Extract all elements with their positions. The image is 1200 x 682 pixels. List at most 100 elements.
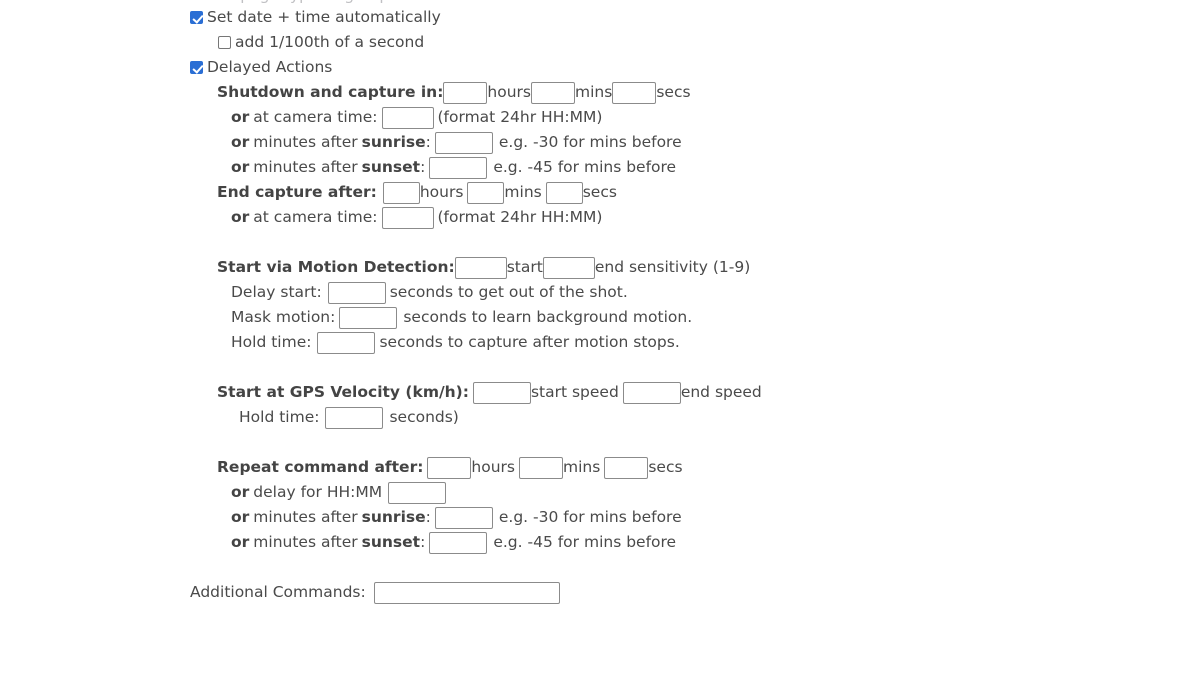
end-capture-hours-unit: hours xyxy=(419,183,464,201)
repeat-mins-unit: mins xyxy=(563,458,601,476)
motion-delay-start-input[interactable] xyxy=(327,281,386,304)
shutdown-sunrise-colon: : xyxy=(425,133,431,151)
row-additional-commands: Additional Commands: xyxy=(0,580,1200,605)
repeat-secs-input[interactable] xyxy=(604,456,649,479)
checkbox-add-hundredth[interactable] xyxy=(218,36,231,49)
checkbox-set-datetime[interactable] xyxy=(190,11,203,24)
motion-detection-label: Start via Motion Detection: xyxy=(217,258,455,276)
motion-start-unit: start xyxy=(506,258,543,276)
gps-end-speed-input[interactable] xyxy=(622,381,681,404)
motion-start-sensitivity-input[interactable] xyxy=(454,256,507,279)
row-motion-detection: Start via Motion Detection: start end se… xyxy=(0,255,1200,280)
repeat-sunset-prefix: minutes after xyxy=(253,533,358,551)
row-shutdown-and-capture: Shutdown and capture in: hours mins secs xyxy=(0,80,1200,105)
gps-start-speed-input[interactable] xyxy=(472,381,531,404)
shutdown-capture-mins-unit: mins xyxy=(575,83,613,101)
camera-settings-form: of the page type or group Set date + tim… xyxy=(0,0,1200,682)
end-camera-time-input[interactable] xyxy=(381,206,434,229)
shutdown-sunset-input[interactable] xyxy=(429,156,488,179)
repeat-sunrise-prefix: minutes after xyxy=(253,508,358,526)
row-motion-mask: Mask motion: seconds to learn background… xyxy=(0,305,1200,330)
motion-end-unit: end sensitivity (1-9) xyxy=(594,258,751,276)
end-capture-hours-input[interactable] xyxy=(382,181,420,204)
repeat-sunset-strong: sunset xyxy=(361,533,421,551)
repeat-sunrise-or: or xyxy=(231,508,250,526)
end-capture-label: End capture after: xyxy=(217,183,377,201)
shutdown-camera-time-input[interactable] xyxy=(381,106,434,129)
shutdown-capture-label: Shutdown and capture in: xyxy=(217,83,444,101)
repeat-sunset-hint: e.g. -45 for mins before xyxy=(493,533,677,551)
shutdown-sunrise-prefix: minutes after xyxy=(253,133,358,151)
settings-rows: Set date + time automatically add 1/100t… xyxy=(0,5,1200,605)
repeat-delay-or: or xyxy=(231,483,250,501)
shutdown-camera-time-label: at camera time: xyxy=(253,108,378,126)
checkbox-set-datetime-label: Set date + time automatically xyxy=(207,8,441,26)
row-end-capture: End capture after: hours mins secs xyxy=(0,180,1200,205)
motion-mask-label: Mask motion: xyxy=(231,308,336,326)
repeat-sunrise-colon: : xyxy=(425,508,431,526)
row-shutdown-camera-time: or at camera time: (format 24hr HH:MM) xyxy=(0,105,1200,130)
shutdown-capture-hours-input[interactable] xyxy=(443,81,488,104)
end-capture-secs-unit: secs xyxy=(582,183,617,201)
end-camera-time-hint: (format 24hr HH:MM) xyxy=(437,208,603,226)
motion-end-sensitivity-input[interactable] xyxy=(542,256,595,279)
row-delayed-actions: Delayed Actions xyxy=(0,55,1200,80)
row-shutdown-sunrise: or minutes after sunrise : e.g. -30 for … xyxy=(0,130,1200,155)
row-repeat-command: Repeat command after: hours mins secs xyxy=(0,455,1200,480)
clipped-top-text: of the page type or group xyxy=(190,0,389,4)
row-repeat-sunset: or minutes after sunset : e.g. -45 for m… xyxy=(0,530,1200,555)
motion-mask-input[interactable] xyxy=(339,306,398,329)
repeat-secs-unit: secs xyxy=(648,458,683,476)
row-gps-velocity: Start at GPS Velocity (km/h): start spee… xyxy=(0,380,1200,405)
shutdown-sunset-strong: sunset xyxy=(361,158,421,176)
motion-hold-time-input[interactable] xyxy=(317,331,376,354)
repeat-mins-input[interactable] xyxy=(519,456,564,479)
repeat-sunset-input[interactable] xyxy=(429,531,488,554)
shutdown-sunset-or: or xyxy=(231,158,250,176)
repeat-sunrise-input[interactable] xyxy=(434,506,493,529)
shutdown-sunset-colon: : xyxy=(420,158,426,176)
gps-hold-time-input[interactable] xyxy=(325,406,384,429)
checkbox-add-hundredth-label: add 1/100th of a second xyxy=(235,33,425,51)
end-camera-time-or: or xyxy=(231,208,250,226)
motion-delay-start-hint: seconds to get out of the shot. xyxy=(389,283,628,301)
spacer-before-repeat xyxy=(0,430,1200,455)
checkbox-delayed-actions[interactable] xyxy=(190,61,203,74)
row-repeat-delay: or delay for HH:MM xyxy=(0,480,1200,505)
row-motion-hold-time: Hold time: seconds to capture after moti… xyxy=(0,330,1200,355)
end-capture-secs-input[interactable] xyxy=(545,181,583,204)
row-repeat-sunrise: or minutes after sunrise : e.g. -30 for … xyxy=(0,505,1200,530)
end-camera-time-label: at camera time: xyxy=(253,208,378,226)
shutdown-capture-mins-input[interactable] xyxy=(531,81,576,104)
repeat-delay-input[interactable] xyxy=(388,481,447,504)
shutdown-capture-secs-input[interactable] xyxy=(612,81,657,104)
shutdown-camera-time-hint: (format 24hr HH:MM) xyxy=(437,108,603,126)
repeat-hours-input[interactable] xyxy=(427,456,472,479)
repeat-sunset-or: or xyxy=(231,533,250,551)
repeat-delay-label: delay for HH:MM xyxy=(253,483,383,501)
spacer-before-gps xyxy=(0,355,1200,380)
gps-hold-time-hint: seconds) xyxy=(389,408,459,426)
repeat-sunrise-strong: sunrise xyxy=(361,508,426,526)
gps-start-speed-unit: start speed xyxy=(530,383,619,401)
spacer-before-motion xyxy=(0,230,1200,255)
shutdown-sunset-prefix: minutes after xyxy=(253,158,358,176)
gps-velocity-label: Start at GPS Velocity (km/h): xyxy=(217,383,469,401)
shutdown-sunrise-input[interactable] xyxy=(434,131,493,154)
checkbox-delayed-actions-label: Delayed Actions xyxy=(207,58,333,76)
end-capture-mins-input[interactable] xyxy=(467,181,505,204)
motion-delay-start-label: Delay start: xyxy=(231,283,322,301)
motion-hold-time-hint: seconds to capture after motion stops. xyxy=(379,333,680,351)
gps-hold-time-label: Hold time: xyxy=(239,408,320,426)
additional-commands-input[interactable] xyxy=(373,581,560,604)
row-motion-delay-start: Delay start: seconds to get out of the s… xyxy=(0,280,1200,305)
motion-hold-time-label: Hold time: xyxy=(231,333,312,351)
row-gps-hold-time: Hold time: seconds) xyxy=(0,405,1200,430)
row-shutdown-sunset: or minutes after sunset : e.g. -45 for m… xyxy=(0,155,1200,180)
repeat-command-label: Repeat command after: xyxy=(217,458,424,476)
shutdown-capture-secs-unit: secs xyxy=(656,83,691,101)
motion-mask-hint: seconds to learn background motion. xyxy=(403,308,693,326)
row-set-datetime: Set date + time automatically xyxy=(0,5,1200,30)
shutdown-sunrise-strong: sunrise xyxy=(361,133,426,151)
repeat-sunrise-hint: e.g. -30 for mins before xyxy=(498,508,682,526)
